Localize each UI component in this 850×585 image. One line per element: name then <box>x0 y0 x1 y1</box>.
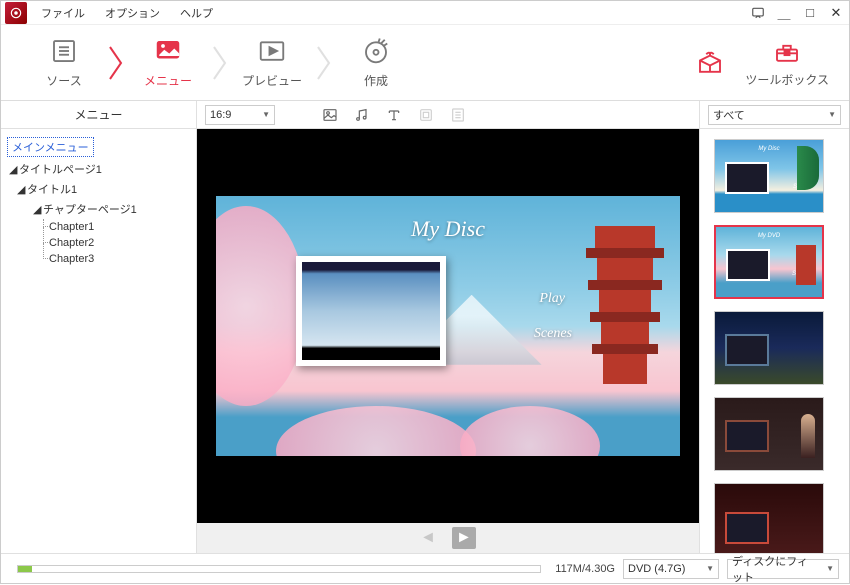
menu-option[interactable]: オプション <box>95 1 170 25</box>
sub-toolbar: メニュー 16:9 ▼ すべて ▼ <box>1 101 849 129</box>
template-item[interactable]: My DVD Play Scenes <box>714 225 824 299</box>
template-item[interactable] <box>714 483 824 553</box>
tab-menu-label: メニュー <box>144 72 192 89</box>
tab-preview-label: プレビュー <box>242 72 302 89</box>
disc-type-value: DVD (4.7G) <box>628 563 685 575</box>
tab-preview[interactable]: プレビュー <box>229 25 315 100</box>
chevron-icon <box>211 25 229 100</box>
disc-usage-fill <box>18 566 32 572</box>
menu-bar: ファイル オプション ヘルプ <box>31 1 223 25</box>
tree-chapter[interactable]: Chapter2 <box>5 235 192 251</box>
fit-mode-value: ディスクにフィット <box>732 553 818 585</box>
tab-menu[interactable]: メニュー <box>125 25 211 100</box>
chevron-icon <box>315 25 333 100</box>
aspect-value: 16:9 <box>210 109 231 121</box>
template-item[interactable]: My Disc Play Scenes <box>714 139 824 213</box>
window-controls: ＿ □ ✕ <box>745 2 849 24</box>
disc-type-select[interactable]: DVD (4.7G) ▼ <box>623 559 719 579</box>
next-page-button[interactable]: ► <box>452 527 476 549</box>
aspect-ratio-select[interactable]: 16:9 ▼ <box>205 105 275 125</box>
music-button[interactable] <box>353 106 371 124</box>
disc-title-text[interactable]: My Disc <box>411 216 485 242</box>
title-bar: ファイル オプション ヘルプ ＿ □ ✕ <box>1 1 849 25</box>
text-button[interactable] <box>385 106 403 124</box>
tree-chapter[interactable]: Chapter1 <box>5 219 192 235</box>
menu-canvas[interactable]: My Disc Play Scenes <box>197 129 699 523</box>
toolbox-button[interactable]: ツールボックス <box>745 37 829 88</box>
blossom-decoration <box>460 406 600 456</box>
blossom-decoration <box>216 206 306 406</box>
template-item[interactable] <box>714 311 824 385</box>
tab-create[interactable]: 作成 <box>333 25 419 100</box>
tree-title[interactable]: ◢タイトル1 <box>5 179 192 199</box>
chapter-frame-button <box>417 106 435 124</box>
menu-help[interactable]: ヘルプ <box>170 1 223 25</box>
caret-icon: ▼ <box>262 110 270 119</box>
disc-usage-bar <box>17 565 541 573</box>
maximize-button[interactable]: □ <box>797 2 823 24</box>
menu-preview: My Disc Play Scenes <box>216 196 680 456</box>
scenes-link[interactable]: Scenes <box>534 326 572 342</box>
feedback-icon[interactable] <box>745 2 771 24</box>
tab-source-label: ソース <box>46 72 81 89</box>
tree-chapter[interactable]: Chapter3 <box>5 251 192 267</box>
main-area: メインメニュー ◢タイトルページ1 ◢タイトル1 ◢チャプターページ1 Chap… <box>1 129 849 553</box>
filter-value: すべて <box>713 107 745 123</box>
status-bar: 117M/4.30G DVD (4.7G) ▼ ディスクにフィット ▼ <box>1 553 849 583</box>
main-toolbar: ソース メニュー プレビュー 作成 ツールボックス <box>1 25 849 101</box>
canvas-wrap: My Disc Play Scenes ◄ ► <box>197 129 699 553</box>
play-link[interactable]: Play <box>539 291 565 307</box>
gift-button[interactable] <box>695 48 725 78</box>
blossom-decoration <box>276 406 476 456</box>
tree-main-menu[interactable]: メインメニュー <box>7 137 94 157</box>
sub-left-label: メニュー <box>1 101 197 128</box>
chapter-list-button <box>449 106 467 124</box>
template-item[interactable] <box>714 397 824 471</box>
close-button[interactable]: ✕ <box>823 2 849 24</box>
app-icon <box>5 2 27 24</box>
menu-tree-panel: メインメニュー ◢タイトルページ1 ◢タイトル1 ◢チャプターページ1 Chap… <box>1 129 197 553</box>
tab-create-label: 作成 <box>364 72 388 89</box>
caret-icon: ▼ <box>828 110 836 119</box>
pagoda-decoration <box>580 226 670 386</box>
background-image-button[interactable] <box>321 106 339 124</box>
canvas-nav: ◄ ► <box>197 523 699 553</box>
caret-icon: ▼ <box>826 564 834 573</box>
video-thumbnail[interactable] <box>296 256 446 366</box>
tree-title-page[interactable]: ◢タイトルページ1 <box>5 159 192 179</box>
caret-icon: ▼ <box>706 564 714 573</box>
prev-page-button[interactable]: ◄ <box>420 529 436 547</box>
template-list[interactable]: My Disc Play Scenes My DVD Play Scenes <box>699 129 849 553</box>
tree-chapter-page[interactable]: ◢チャプターページ1 <box>5 199 192 219</box>
minimize-button[interactable]: ＿ <box>771 2 797 24</box>
menu-file[interactable]: ファイル <box>31 1 95 25</box>
chevron-icon <box>107 25 125 100</box>
tab-source[interactable]: ソース <box>21 25 107 100</box>
fit-mode-select[interactable]: ディスクにフィット ▼ <box>727 559 839 579</box>
toolbox-label: ツールボックス <box>745 71 829 88</box>
disc-usage-text: 117M/4.30G <box>555 563 615 575</box>
template-filter-select[interactable]: すべて ▼ <box>708 105 841 125</box>
